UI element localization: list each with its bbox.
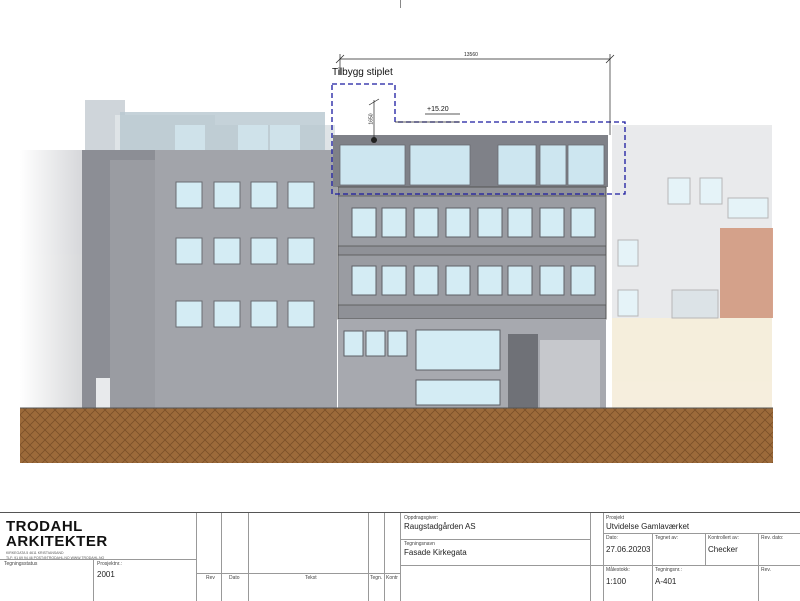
title-block: TRODAHL ARKITEKTER KIRKEGATA 5 4611 KRIS… bbox=[0, 512, 800, 601]
rev-label: Rev. bbox=[761, 567, 771, 573]
height-dimension: 1650 bbox=[368, 113, 375, 125]
level-label: +15.20 bbox=[427, 106, 449, 113]
entrance-recess bbox=[508, 334, 538, 412]
text-col-label: Tekst bbox=[305, 575, 317, 581]
project-no-cell bbox=[94, 559, 197, 601]
drawing-name-label: Tegningsnavn bbox=[404, 541, 435, 547]
text-column bbox=[249, 513, 369, 601]
extension-annotation: Tilbygg stiplet bbox=[332, 67, 393, 78]
checked-column bbox=[385, 513, 401, 601]
firm-name-line1: TRODAHL bbox=[6, 518, 83, 535]
side-wall bbox=[110, 160, 155, 412]
date-column bbox=[222, 513, 249, 601]
left-fade bbox=[20, 150, 80, 412]
drawing-date: 27.06.20203 bbox=[606, 545, 651, 554]
checked-col-label: Kontr bbox=[386, 575, 398, 581]
drawn-by-label: Tegnet av: bbox=[655, 535, 679, 541]
level-marker bbox=[371, 137, 377, 143]
scale-label: Målestokk: bbox=[606, 567, 630, 573]
date-col-label: Dato bbox=[229, 575, 240, 581]
drawn-col-label: Tegn. bbox=[370, 575, 383, 581]
firm-name-line2: ARKITEKTER bbox=[6, 533, 108, 550]
date-label: Dato: bbox=[606, 535, 618, 541]
rev-column bbox=[197, 513, 222, 601]
checked-by-label: Kontrollert av: bbox=[708, 535, 739, 541]
entrance-door-left bbox=[96, 378, 110, 412]
client-name: Raugstadgården AS bbox=[404, 522, 476, 531]
drawing-no: A-401 bbox=[655, 577, 677, 586]
entrance-side bbox=[540, 340, 600, 412]
annex-band-1 bbox=[337, 195, 607, 247]
project-name: Utvidelse Gamlaværket bbox=[606, 522, 690, 531]
checked-by: Checker bbox=[708, 545, 738, 554]
firm-address: KIRKEGATA 5 4611 KRISTIANSAND bbox=[6, 551, 64, 555]
status-cell bbox=[0, 559, 94, 601]
rev-col-label: Rev bbox=[206, 575, 215, 581]
firm-logo-area: TRODAHL ARKITEKTER KIRKEGATA 5 4611 KRIS… bbox=[0, 513, 197, 560]
existing-penthouse bbox=[120, 112, 325, 154]
annex-band-2 bbox=[337, 254, 607, 306]
facade-elevation bbox=[20, 54, 773, 463]
width-dimension: 13560 bbox=[464, 52, 478, 58]
drawing-sheet: Tilbygg stiplet 13560 1650 +15.20 TRODAH… bbox=[0, 0, 800, 601]
drawn-column bbox=[369, 513, 385, 601]
rev-date-label: Rev. dato: bbox=[761, 535, 784, 541]
drawing-no-label: Tegningsnr.: bbox=[655, 567, 682, 573]
background-building-right bbox=[612, 125, 773, 412]
project-label: Prosjekt bbox=[606, 515, 625, 521]
ground-section bbox=[20, 408, 773, 463]
client-label: Oppdragsgiver: bbox=[404, 515, 439, 521]
drawing-name: Fasade Kirkegata bbox=[404, 548, 467, 557]
scale: 1:100 bbox=[606, 577, 627, 586]
